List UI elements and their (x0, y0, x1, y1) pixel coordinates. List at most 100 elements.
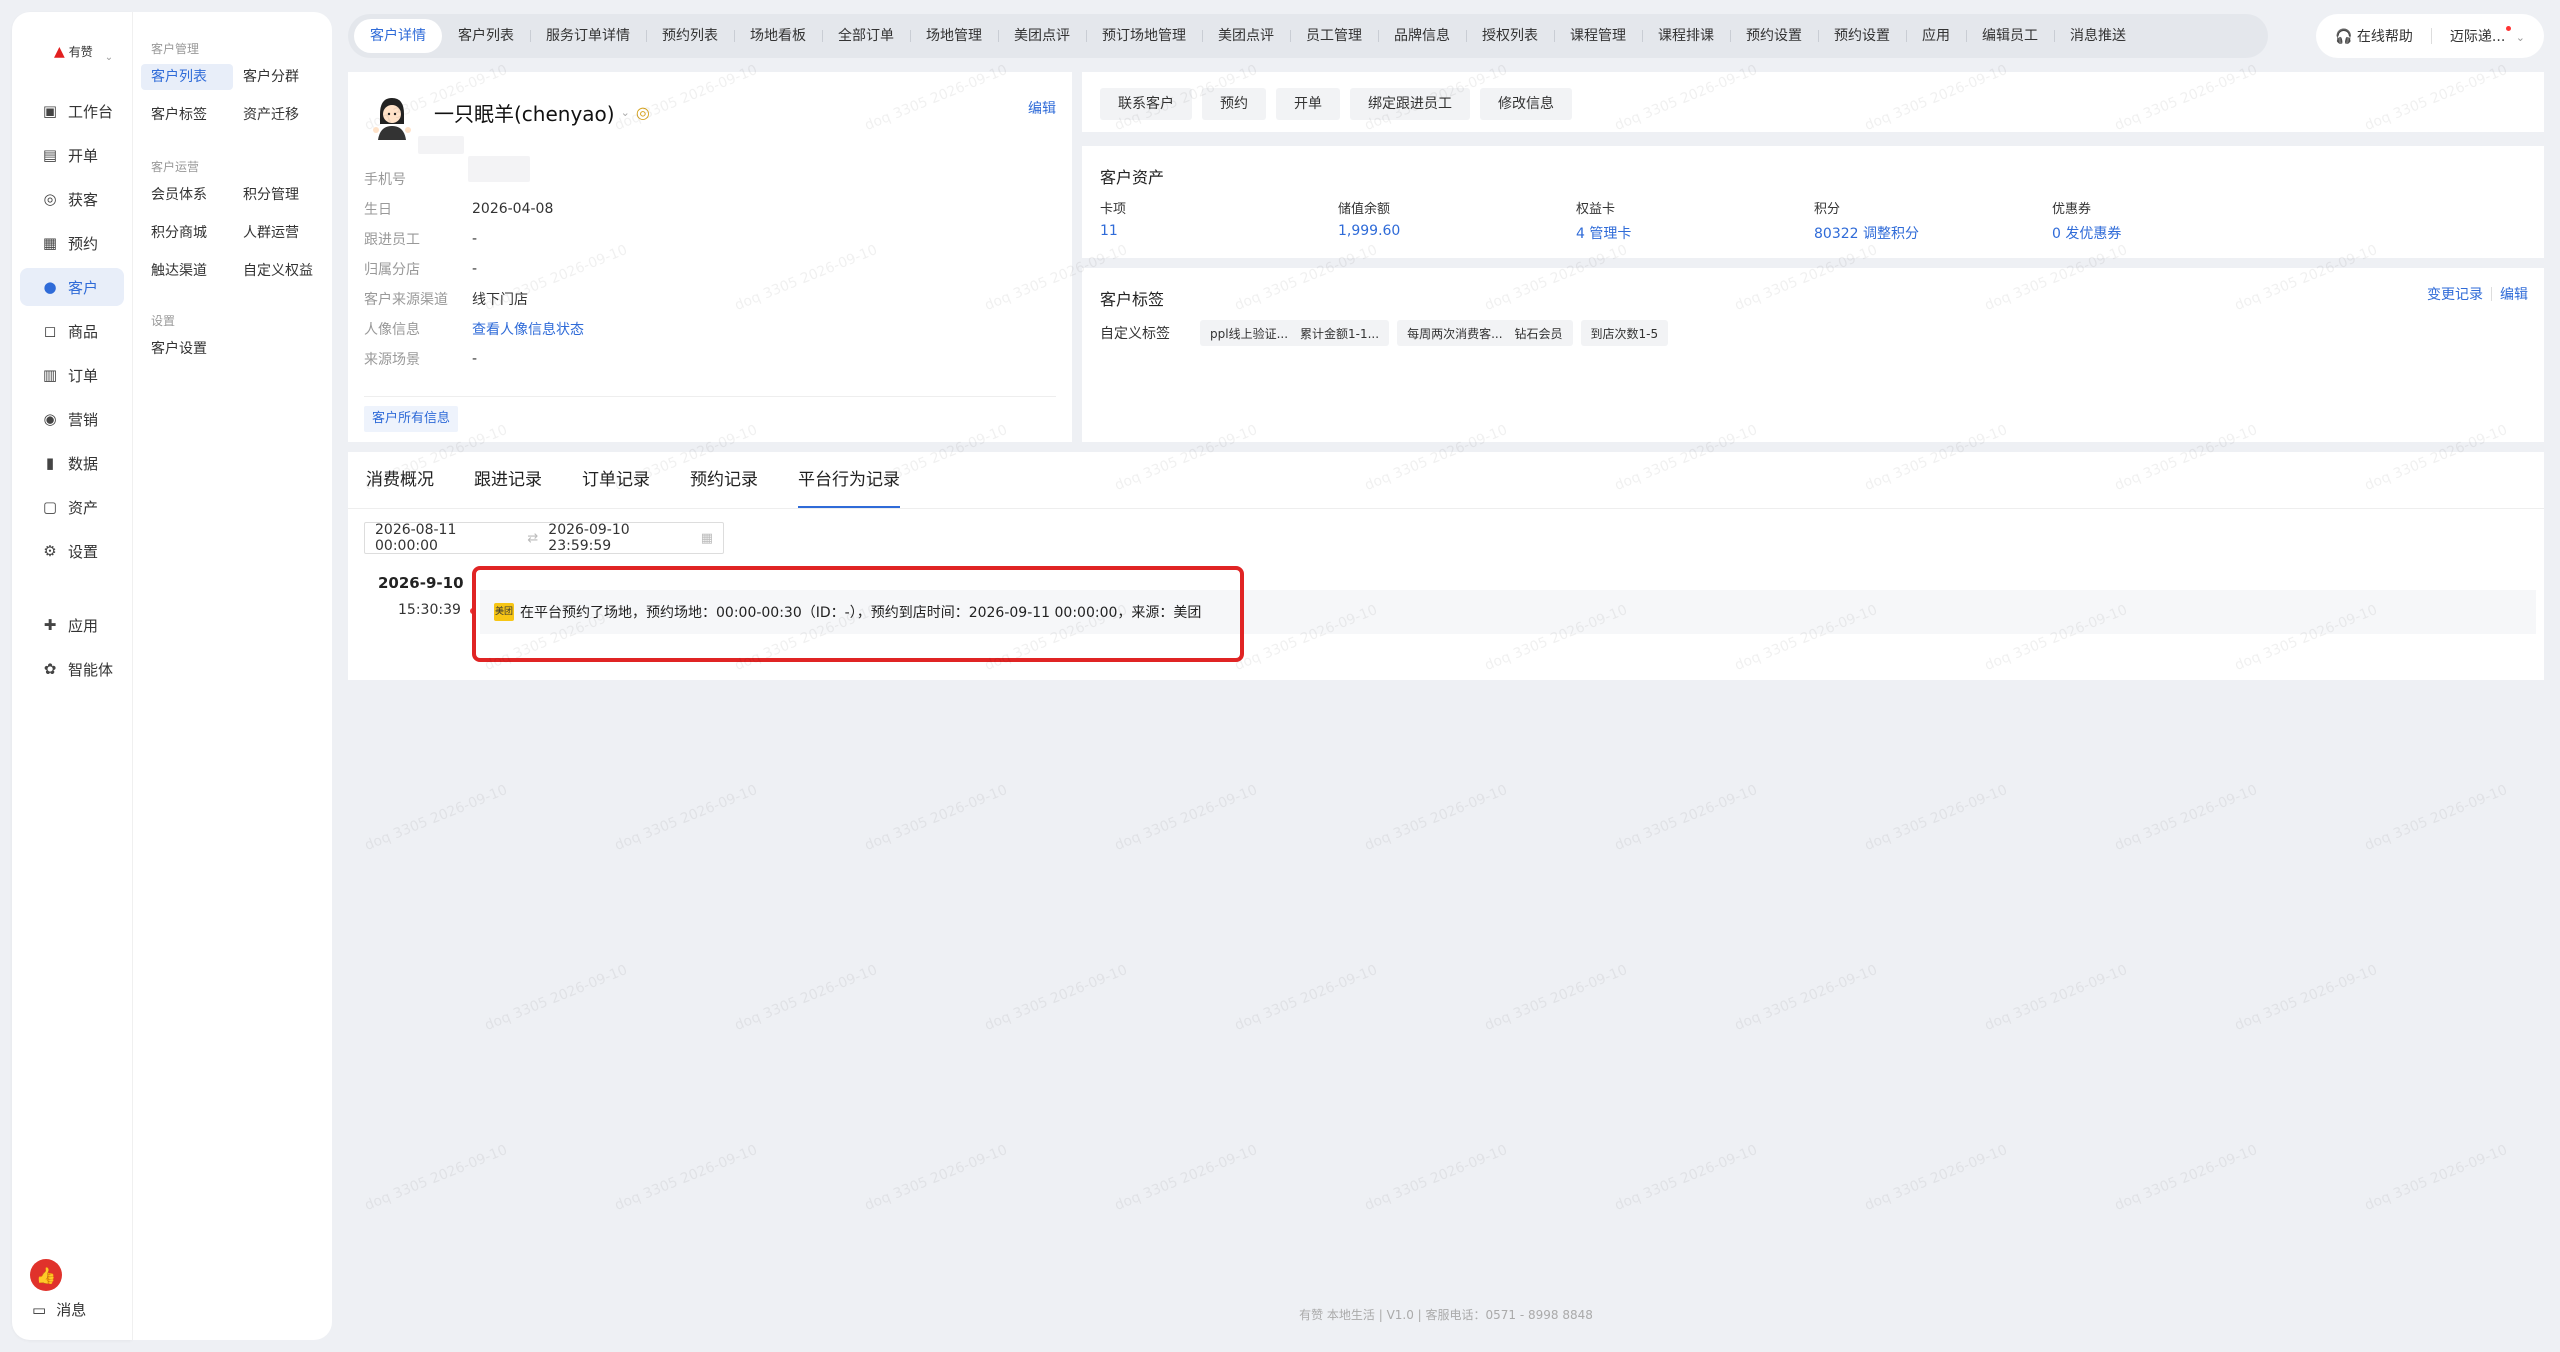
tab-page[interactable]: 美团点评 (998, 19, 1086, 53)
calendar-icon: ▦ (42, 234, 58, 252)
edit-profile-link[interactable]: 编辑 (1028, 98, 1056, 118)
info-key: 手机号 (364, 172, 406, 188)
tab-page[interactable]: 应用 (1906, 19, 1966, 53)
thumb-up-icon[interactable]: 👍 (30, 1259, 62, 1291)
asset-value-link[interactable]: 1,999.60 (1338, 223, 1576, 239)
tab-page[interactable]: 课程管理 (1554, 19, 1642, 53)
tab-page[interactable]: 预订场地管理 (1086, 19, 1202, 53)
tab-page[interactable]: 场地看板 (734, 19, 822, 53)
page-tab-bar: 客户详情 客户列表 服务订单详情 预约列表 场地看板 全部订单 场地管理 美团点评 预订场地管理… (348, 14, 2268, 58)
action-button[interactable]: 开单 (1276, 88, 1340, 120)
watermark-text: doq 3305 2026-09-10 (1982, 962, 2130, 1034)
asset-label: 权益卡 (1576, 202, 1616, 217)
rail-item-settings[interactable]: ⚙ 设置 (20, 532, 124, 570)
info-key: 跟进员工 (364, 232, 420, 248)
rail-item-message[interactable]: ▭ 消息 (12, 1299, 132, 1320)
info-row: 生日 2026-04-08 (364, 194, 964, 224)
portrait-status-link[interactable]: 查看人像信息状态 (472, 319, 584, 339)
orders-icon: ▥ (42, 366, 58, 384)
help-link[interactable]: 🎧 在线帮助 (2335, 26, 2413, 46)
records-tab[interactable]: 消费概况 (366, 452, 434, 508)
records-tab[interactable]: 订单记录 (582, 452, 650, 508)
submenu-item[interactable]: 资产迁移 (233, 102, 325, 128)
tab-page[interactable]: 品牌信息 (1378, 19, 1466, 53)
tab-page[interactable]: 全部订单 (822, 19, 910, 53)
records-tabs: 消费概况 跟进记录 订单记录 预约记录 平台行为记录 (366, 452, 900, 508)
edit-tags-link[interactable]: 编辑 (2500, 284, 2528, 304)
rail-bottom: 👍 ▭ 消息 (12, 1259, 132, 1320)
date-range-picker[interactable]: 2026-08-11 00:00:00 ⇄ 2026-09-10 23:59:5… (364, 522, 724, 554)
brand-logo[interactable]: ▲ 有赞 ⌄ (54, 40, 113, 64)
rail-item-label: 开单 (68, 146, 99, 165)
submenu-group-settings: 客户设置 (141, 336, 325, 362)
rail-item-marketing[interactable]: ◉ 营销 (20, 400, 124, 438)
rail-item-calendar[interactable]: ▦ 预约 (20, 224, 124, 262)
rail-item-label: 营销 (68, 410, 99, 429)
tab-page[interactable]: 授权列表 (1466, 19, 1554, 53)
rail-item-orders[interactable]: ▥ 订单 (20, 356, 124, 394)
action-button[interactable]: 预约 (1202, 88, 1266, 120)
asset-value-link[interactable]: 11 (1100, 223, 1338, 239)
apps-icon: ✚ (43, 616, 57, 634)
action-button[interactable]: 修改信息 (1480, 88, 1572, 120)
rail-item-workbench[interactable]: ▣ 工作台 (20, 92, 124, 130)
tab-page[interactable]: 客户详情 (354, 19, 442, 53)
timeline-date: 2026-9-10 (378, 574, 464, 592)
rail-item-order-open[interactable]: ▤ 开单 (20, 136, 124, 174)
tab-page[interactable]: 预约设置 (1818, 19, 1906, 53)
records-tab[interactable]: 预约记录 (690, 452, 758, 508)
submenu-item[interactable]: 积分管理 (233, 182, 325, 208)
change-log-link[interactable]: 变更记录 (2427, 284, 2483, 304)
chevron-down-icon[interactable]: ⌄ (621, 106, 630, 119)
asset-value-link[interactable]: 0 发优惠券 (2052, 223, 2290, 243)
rail-item-asset[interactable]: ▢ 资产 (20, 488, 124, 526)
submenu-item[interactable]: 人群运营 (233, 220, 325, 246)
watermark-text: doq 3305 2026-09-10 (1232, 962, 1380, 1034)
rail-item-agent[interactable]: ✿ 智能体 (20, 650, 124, 688)
main-nav-rail: ▲ 有赞 ⌄ ▣ 工作台 ▤ 开单 ◎ 获客 ▦ 预约 ● 客户 ◻ 商品 ▥ 订单 ◉ 营销 ▮ 数据 ▢ 资产 ⚙ 设… (12, 12, 132, 1340)
tab-page[interactable]: 服务订单详情 (530, 19, 646, 53)
rail-item-chart[interactable]: ▮ 数据 (20, 444, 124, 482)
submenu-group-customer-manage: 客户列表 客户分群 客户标签 资产迁移 (141, 64, 325, 128)
action-button[interactable]: 绑定跟进员工 (1350, 88, 1470, 120)
notification-dot (2506, 26, 2512, 31)
submenu-group-title: 设置 (151, 314, 176, 328)
action-button[interactable]: 联系客户 (1100, 88, 1192, 120)
submenu-item[interactable]: 自定义权益 (233, 258, 325, 284)
submenu-item[interactable]: 客户列表 (141, 64, 233, 90)
tag-group: 每周两次消费客... 钻石会员 (1397, 320, 1573, 346)
watermark-text: doq 3305 2026-09-10 (1612, 782, 1760, 854)
submenu-item[interactable]: 客户分群 (233, 64, 325, 90)
asset-value-link[interactable]: 80322 调整积分 (1814, 223, 2052, 243)
submenu-item[interactable]: 触达渠道 (141, 258, 233, 284)
submenu-item[interactable]: 会员体系 (141, 182, 233, 208)
records-tab[interactable]: 跟进记录 (474, 452, 542, 508)
tag: 每周两次消费客... (1407, 326, 1503, 341)
asset-value-link[interactable]: 4 管理卡 (1576, 223, 1814, 243)
tab-page[interactable]: 美团点评 (1202, 19, 1290, 53)
tab-page[interactable]: 消息推送 (2054, 19, 2142, 53)
rail-item-apps[interactable]: ✚ 应用 (20, 606, 124, 644)
records-tab[interactable]: 平台行为记录 (798, 452, 900, 508)
tab-page[interactable]: 场地管理 (910, 19, 998, 53)
tab-page[interactable]: 预约列表 (646, 19, 734, 53)
rail-item-bag[interactable]: ◻ 商品 (20, 312, 124, 350)
rail-item-acquire[interactable]: ◎ 获客 (20, 180, 124, 218)
tab-page[interactable]: 预约设置 (1730, 19, 1818, 53)
range-end: 2026-09-10 23:59:59 (548, 522, 630, 554)
all-customer-info-button[interactable]: 客户所有信息 (364, 406, 459, 432)
tab-page[interactable]: 客户列表 (442, 19, 530, 53)
watermark-text: doq 3305 2026-09-10 (362, 782, 510, 854)
divider (2491, 287, 2492, 301)
order-open-icon: ▤ (42, 146, 58, 164)
submenu-item[interactable]: 积分商城 (141, 220, 233, 246)
tab-page[interactable]: 课程排课 (1642, 19, 1730, 53)
submenu-item[interactable]: 客户设置 (141, 336, 233, 362)
tag: ppl线上验证... (1210, 326, 1289, 341)
tab-page[interactable]: 员工管理 (1290, 19, 1378, 53)
brand-name: 有赞 (68, 45, 93, 59)
user-menu[interactable]: 迈际递... ⌄ (2450, 26, 2525, 46)
submenu-item[interactable]: 客户标签 (141, 102, 233, 128)
tab-page[interactable]: 编辑员工 (1966, 19, 2054, 53)
rail-item-user[interactable]: ● 客户 (20, 268, 124, 306)
